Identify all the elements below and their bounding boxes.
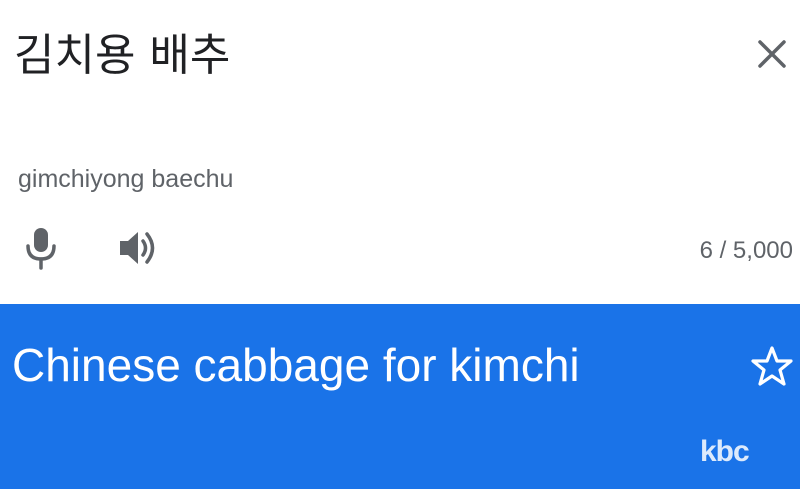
translation-panel: Chinese cabbage for kimchi kbc	[0, 304, 800, 489]
translate-card: 김치용 배추 gimchiyong baechu 6 / 5,000 Chine…	[0, 0, 800, 489]
microphone-button[interactable]	[22, 226, 60, 270]
speaker-icon	[120, 232, 155, 264]
translation-text[interactable]: Chinese cabbage for kimchi	[12, 336, 580, 394]
close-icon	[758, 40, 786, 68]
star-outline-icon	[751, 346, 793, 386]
romanization-text: gimchiyong baechu	[18, 165, 234, 193]
save-translation-button[interactable]	[750, 344, 794, 388]
source-panel: 김치용 배추 gimchiyong baechu 6 / 5,000	[0, 0, 800, 304]
kbc-watermark-logo: kbc	[700, 435, 750, 468]
microphone-icon	[26, 228, 56, 270]
source-text[interactable]: 김치용 배추	[14, 26, 230, 86]
character-count: 6 / 5,000	[699, 237, 793, 264]
close-button[interactable]	[754, 36, 790, 72]
speaker-button[interactable]	[118, 228, 162, 268]
